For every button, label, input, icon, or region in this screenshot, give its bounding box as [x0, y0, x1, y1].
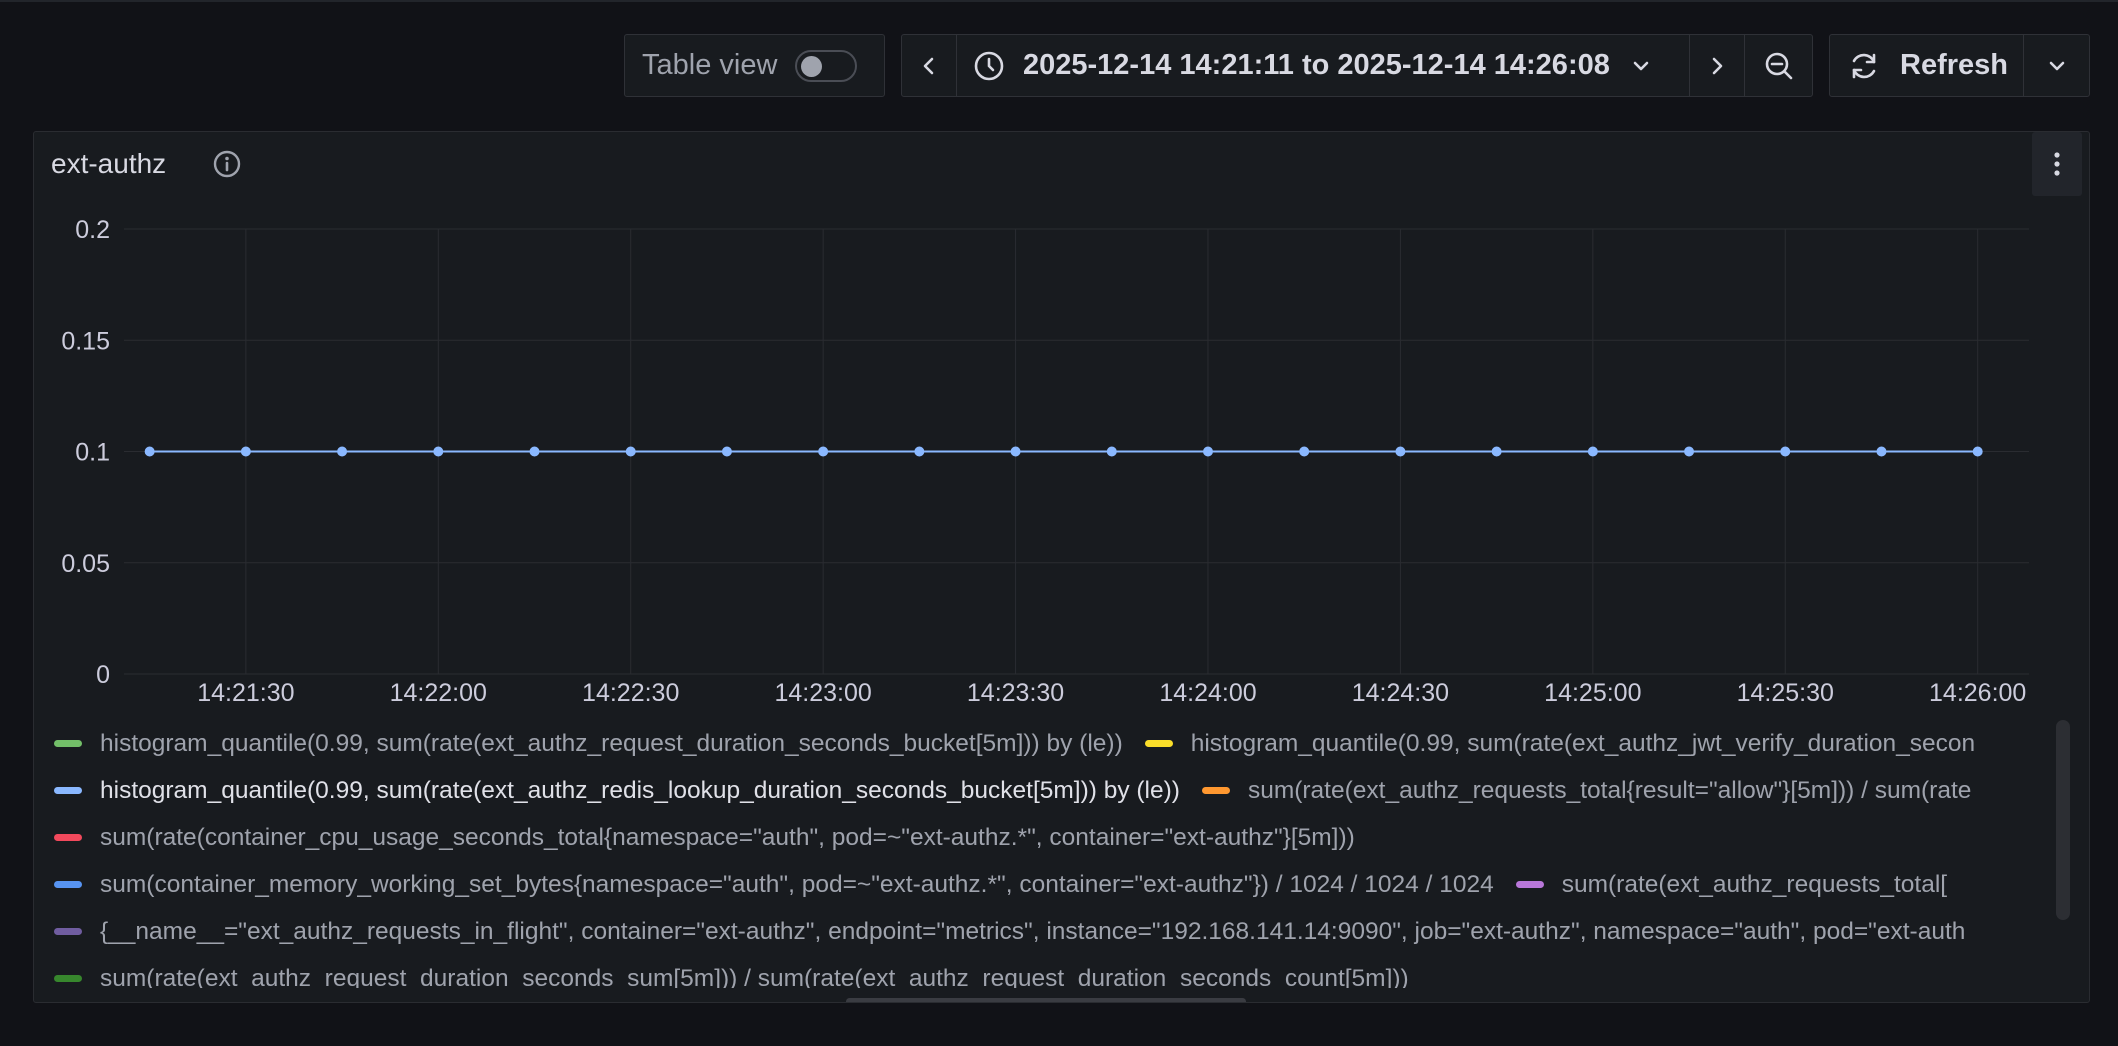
y-tick-label: 0.15	[61, 327, 110, 355]
x-tick-label: 14:23:00	[774, 679, 871, 707]
data-point	[1395, 446, 1406, 457]
data-point	[625, 446, 636, 457]
legend-color-swatch	[54, 787, 82, 794]
time-series-chart[interactable]: 0 0.05 0.1 0.15 0.2 14:21:30 14:22:00 14:22:30 1…	[34, 132, 2089, 712]
legend-label: sum(rate(ext_authz_requests_total{result…	[1247, 776, 1972, 804]
time-range-picker[interactable]: 2025-12-14 14:21:11 to 2025-12-14 14:26:…	[956, 34, 1690, 97]
legend-row: sum(rate(ext_authz_request_duration_seco…	[54, 955, 1431, 988]
legend-color-swatch	[54, 834, 82, 841]
y-tick-label: 0	[96, 661, 110, 689]
legend-item[interactable]: histogram_quantile(0.99, sum(rate(ext_au…	[54, 777, 1180, 805]
legend-row: histogram_quantile(0.99, sum(rate(ext_au…	[54, 720, 1997, 767]
legend-vertical-scrollbar[interactable]	[2056, 720, 2070, 920]
legend-label: sum(rate(ext_authz_requests_total[	[1561, 870, 1948, 898]
legend-item[interactable]: histogram_quantile(0.99, sum(rate(ext_au…	[1144, 729, 1976, 758]
legend-color-swatch	[1144, 740, 1173, 747]
data-point	[1202, 446, 1213, 457]
x-tick-label: 14:22:30	[582, 679, 679, 707]
switch-knob	[801, 55, 823, 77]
data-point	[1876, 446, 1887, 457]
data-point	[914, 446, 925, 457]
legend-label: histogram_quantile(0.99, sum(rate(ext_au…	[100, 776, 1180, 804]
refresh-icon	[1852, 53, 1876, 78]
y-tick-label: 0.1	[75, 439, 110, 467]
refresh-label: Refresh	[1900, 49, 2008, 81]
data-point	[337, 446, 348, 457]
chart-legend: histogram_quantile(0.99, sum(rate(ext_au…	[54, 720, 2064, 988]
x-tick-label: 14:26:00	[1929, 679, 2026, 707]
x-tick-label: 14:24:30	[1352, 679, 1449, 707]
legend-row: histogram_quantile(0.99, sum(rate(ext_au…	[54, 767, 1993, 814]
time-range-forward-button[interactable]	[1689, 34, 1745, 97]
table-view-switch[interactable]	[795, 49, 858, 82]
legend-item[interactable]: sum(container_memory_working_set_bytes{n…	[54, 871, 1494, 899]
data-point	[1010, 446, 1021, 457]
legend-label: sum(rate(ext_authz_request_duration_seco…	[100, 964, 1409, 989]
legend-color-swatch	[1515, 881, 1544, 888]
legend-row: sum(rate(container_cpu_usage_seconds_tot…	[54, 814, 1377, 861]
legend-item[interactable]: histogram_quantile(0.99, sum(rate(ext_au…	[54, 730, 1123, 758]
refresh-button[interactable]: Refresh	[1829, 34, 2024, 97]
legend-item[interactable]: sum(rate(ext_authz_requests_total{result…	[1201, 776, 1972, 805]
data-point	[433, 446, 444, 457]
zoom-out-icon	[1765, 52, 1792, 79]
legend-color-swatch	[54, 928, 82, 935]
ext-authz-panel: ext-authz 0 0.05 0.1 0.15 0.2 14:21:30 14:22:0…	[33, 131, 2090, 1003]
chevron-left-icon	[923, 57, 934, 74]
chevron-right-icon	[1712, 57, 1723, 74]
time-range-back-button[interactable]	[901, 34, 957, 97]
legend-label: {__name__="ext_authz_requests_in_flight"…	[100, 917, 1966, 945]
legend-item[interactable]: sum(rate(ext_authz_request_duration_seco…	[54, 964, 1409, 989]
legend-row: sum(container_memory_working_set_bytes{n…	[54, 861, 1969, 908]
x-tick-label: 14:23:30	[967, 679, 1064, 707]
x-tick-label: 14:24:00	[1159, 679, 1256, 707]
legend-label: sum(rate(container_cpu_usage_seconds_tot…	[100, 823, 1355, 851]
data-point	[818, 446, 829, 457]
data-point	[1587, 446, 1598, 457]
legend-color-swatch	[54, 975, 82, 982]
legend-item[interactable]: sum(rate(ext_authz_requests_total[	[1515, 870, 1948, 899]
y-tick-label: 0.05	[61, 550, 110, 578]
data-point	[240, 446, 251, 457]
legend-row: {__name__="ext_authz_requests_in_flight"…	[54, 908, 1987, 955]
chevron-down-icon	[2049, 61, 2064, 70]
data-point	[1780, 446, 1791, 457]
data-point	[144, 446, 155, 457]
x-tick-label: 14:21:30	[197, 679, 294, 707]
legend-label: sum(container_memory_working_set_bytes{n…	[100, 870, 1494, 898]
x-tick-label: 14:25:00	[1544, 679, 1641, 707]
data-point	[721, 446, 732, 457]
legend-label: histogram_quantile(0.99, sum(rate(ext_au…	[100, 729, 1123, 757]
legend-label: histogram_quantile(0.99, sum(rate(ext_au…	[1190, 729, 1976, 757]
data-point	[1684, 446, 1695, 457]
legend-color-swatch	[1201, 787, 1230, 794]
legend-item[interactable]: sum(rate(container_cpu_usage_seconds_tot…	[54, 824, 1355, 852]
data-point	[529, 446, 540, 457]
clock-icon	[974, 51, 1004, 80]
data-point	[1491, 446, 1502, 457]
table-view-label: Table view	[642, 49, 778, 81]
legend-color-swatch	[54, 881, 82, 888]
data-point	[1106, 446, 1117, 457]
data-point	[1972, 446, 1983, 457]
x-tick-label: 14:25:30	[1737, 679, 1834, 707]
legend-color-swatch	[54, 740, 82, 747]
y-tick-label: 0.2	[75, 216, 110, 244]
legend-item[interactable]: {__name__="ext_authz_requests_in_flight"…	[54, 918, 1965, 946]
time-range-text: 2025-12-14 14:21:11 to 2025-12-14 14:26:…	[1023, 49, 1610, 81]
legend-horizontal-scrollbar[interactable]	[846, 998, 1246, 1002]
time-range-controls: 2025-12-14 14:21:11 to 2025-12-14 14:26:…	[901, 34, 1813, 97]
zoom-out-button[interactable]	[1744, 34, 1813, 97]
table-view-toggle[interactable]: Table view	[624, 34, 885, 97]
x-tick-label: 14:22:00	[390, 679, 487, 707]
chevron-down-icon	[1633, 61, 1649, 70]
data-point	[1299, 446, 1310, 457]
top-border	[0, 0, 2118, 2]
refresh-interval-dropdown[interactable]	[2023, 34, 2090, 97]
